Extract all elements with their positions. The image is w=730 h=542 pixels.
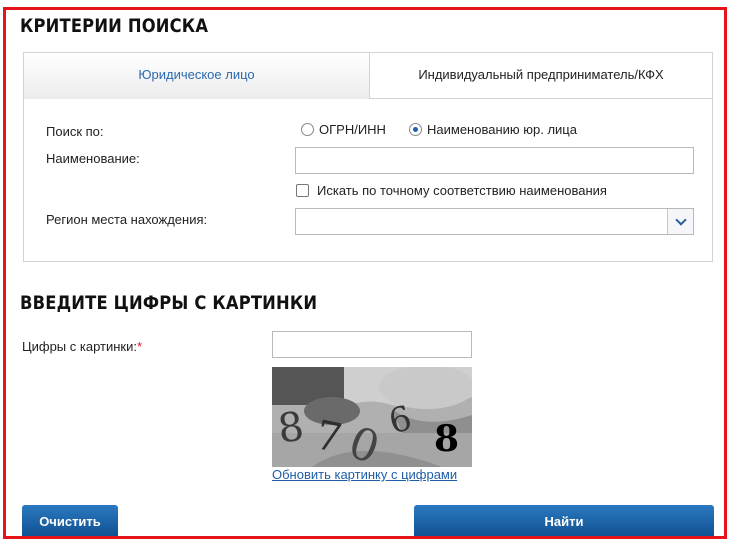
name-input[interactable]: [295, 147, 694, 174]
clear-button[interactable]: Очистить: [22, 505, 118, 536]
region-select[interactable]: [295, 208, 694, 235]
search-by-label: Поиск по:: [46, 124, 104, 139]
tab-legal-entity[interactable]: Юридическое лицо: [24, 53, 369, 99]
required-mark: *: [136, 339, 143, 354]
captcha-image: 8 7 0 6 8: [272, 367, 472, 467]
refresh-captcha-link[interactable]: Обновить картинку с цифрами: [272, 467, 457, 482]
region-label: Регион места нахождения:: [46, 212, 208, 227]
radio-ogrn-inn[interactable]: [301, 123, 314, 136]
captcha-input[interactable]: [272, 331, 472, 358]
find-button[interactable]: Найти: [414, 505, 714, 536]
radio-name-legal-entity-label[interactable]: Наименованию юр. лица: [427, 122, 577, 137]
exact-match-label[interactable]: Искать по точному соответствию наименова…: [317, 183, 607, 198]
search-criteria-title: КРИТЕРИИ ПОИСКА: [20, 15, 209, 37]
exact-match-checkbox[interactable]: [296, 184, 309, 197]
captcha-digit-5: 8: [434, 418, 459, 460]
radio-ogrn-inn-label[interactable]: ОГРН/ИНН: [319, 122, 386, 137]
page-frame: КРИТЕРИИ ПОИСКА Юридическое лицо Индивид…: [3, 7, 727, 539]
captcha-field-label: Цифры с картинки:*: [22, 339, 143, 354]
chevron-down-icon[interactable]: [667, 209, 693, 234]
radio-name-legal-entity[interactable]: [409, 123, 422, 136]
captcha-title: ВВЕДИТЕ ЦИФРЫ С КАРТИНКИ: [20, 292, 318, 314]
search-form-panel: Юридическое лицо Индивидуальный предприн…: [23, 52, 713, 262]
name-label: Наименование:: [46, 151, 140, 166]
tab-individual-entrepreneur[interactable]: Индивидуальный предприниматель/КФХ: [369, 53, 712, 99]
